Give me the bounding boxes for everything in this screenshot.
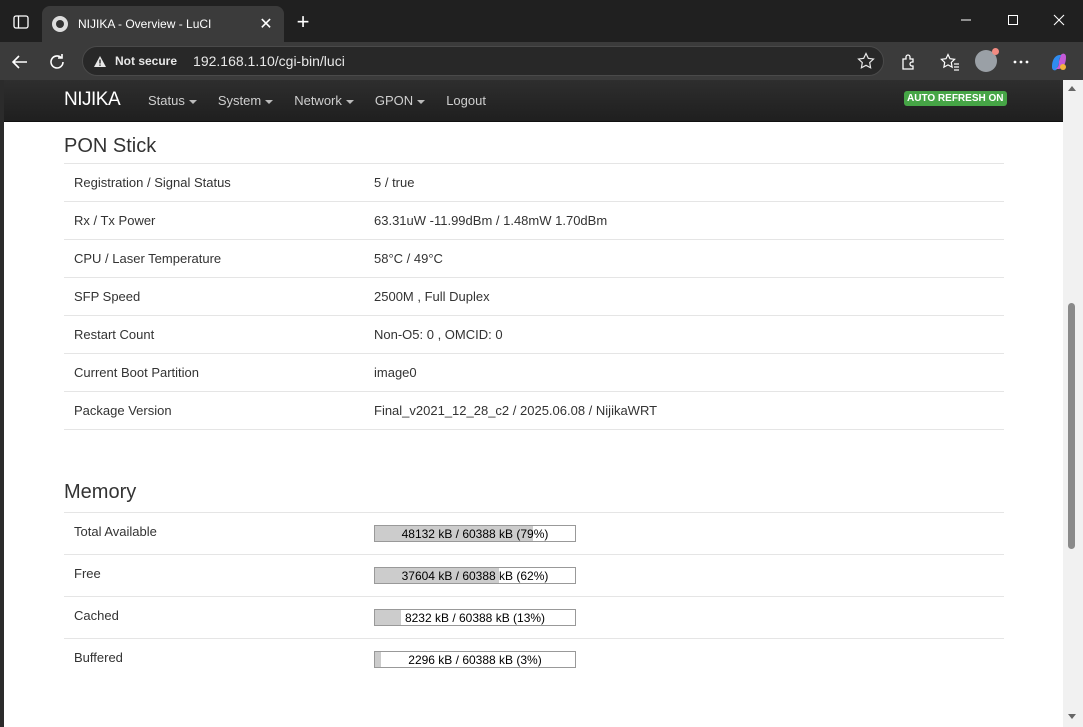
browser-tab-bar: NIJIKA - Overview - LuCI ✕ + [0, 0, 1083, 42]
memory-section-title: Memory [64, 467, 1004, 513]
auto-refresh-badge[interactable]: AUTO REFRESH ON [904, 91, 1007, 106]
row-label: Cached [74, 608, 119, 623]
progress-text: 2296 kB / 60388 kB (3%) [408, 653, 542, 667]
row-label: Total Available [74, 524, 157, 539]
browser-toolbar: Not secure 192.168.1.10/cgi-bin/luci [0, 42, 1083, 80]
progress-text: 48132 kB / 60388 kB (79%) [401, 527, 549, 541]
row-label: SFP Speed [74, 289, 141, 304]
page-scrollbar[interactable] [1063, 80, 1083, 727]
caret-down-icon [345, 99, 354, 104]
window-close-icon[interactable] [1036, 0, 1082, 40]
warning-triangle-icon[interactable] [91, 52, 109, 70]
row-label: Free [74, 566, 101, 581]
browser-tab-active[interactable]: NIJIKA - Overview - LuCI ✕ [42, 6, 284, 42]
menu-item-gpon[interactable]: GPON [374, 93, 426, 108]
table-row: Buffered 2296 kB / 60388 kB (3%) [64, 639, 1004, 681]
table-row: Package Version Final_v2021_12_28_c2 / 20… [64, 392, 1004, 430]
row-value: 5 / true [374, 175, 415, 190]
pon-table: Registration / Signal Status 5 / true Rx /… [64, 164, 1004, 430]
row-label: Current Boot Partition [74, 365, 200, 380]
new-tab-icon[interactable]: + [291, 11, 315, 35]
menu-item-network[interactable]: Network [294, 93, 354, 108]
row-value: 2500M , Full Duplex [374, 289, 490, 304]
row-label: Restart Count [74, 327, 155, 342]
tab-title: NIJIKA - Overview - LuCI [78, 17, 212, 31]
profile-avatar[interactable] [975, 48, 999, 72]
row-label: CPU / Laser Temperature [74, 251, 222, 266]
address-bar[interactable]: Not secure 192.168.1.10/cgi-bin/luci [82, 46, 884, 76]
scroll-up-icon[interactable] [1068, 86, 1076, 91]
table-row: Free 37604 kB / 60388 kB (62%) [64, 555, 1004, 597]
brand-logo[interactable]: NIJIKA [64, 89, 121, 111]
row-value: Final_v2021_12_28_c2 / 2025.06.08 / Niji… [374, 403, 658, 418]
window-minimize-icon[interactable] [943, 0, 989, 40]
luci-navbar: NIJIKA Status System Network GPON Logout… [4, 80, 1063, 122]
menu-item-logout[interactable]: Logout [446, 93, 486, 108]
scrollbar-thumb[interactable] [1068, 303, 1075, 549]
table-row: Current Boot Partition image0 [64, 354, 1004, 392]
more-menu-icon[interactable] [1010, 51, 1032, 73]
favorites-icon[interactable] [939, 51, 961, 73]
scroll-down-icon[interactable] [1068, 714, 1076, 719]
caret-down-icon [265, 99, 274, 104]
tab-actions-icon[interactable] [8, 11, 34, 33]
table-row: Cached 8232 kB / 60388 kB (13%) [64, 597, 1004, 639]
progress-text: 37604 kB / 60388 kB (62%) [401, 569, 549, 583]
row-label: Registration / Signal Status [74, 175, 231, 190]
row-label: Package Version [74, 403, 172, 418]
table-row: SFP Speed 2500M , Full Duplex [64, 278, 1004, 316]
row-value: Non-O5: 0 , OMCID: 0 [374, 327, 503, 342]
row-value: 58°C / 49°C [374, 251, 443, 266]
site-favicon-icon [52, 16, 68, 32]
main-menu: Status System Network GPON Logout [148, 93, 507, 108]
security-status-label[interactable]: Not secure [115, 54, 177, 68]
bookmark-star-icon[interactable] [857, 52, 875, 75]
menu-item-label: Status [148, 93, 185, 108]
table-row: Total Available 48132 kB / 60388 kB (79%) [64, 513, 1004, 555]
progress-text: 8232 kB / 60388 kB (13%) [404, 611, 546, 625]
menu-item-label: GPON [374, 93, 414, 108]
caret-down-icon [188, 99, 197, 104]
window-left-edge [0, 80, 4, 727]
memory-table: Total Available 48132 kB / 60388 kB (79%)… [64, 513, 1004, 681]
menu-item-status[interactable]: Status [148, 93, 197, 108]
window-maximize-icon[interactable] [990, 0, 1036, 40]
reload-icon[interactable] [43, 48, 71, 76]
menu-item-system[interactable]: System [217, 93, 274, 108]
row-value: image0 [374, 365, 417, 380]
caret-down-icon [417, 99, 426, 104]
menu-item-label: System [217, 93, 262, 108]
table-row: Restart Count Non-O5: 0 , OMCID: 0 [64, 316, 1004, 354]
row-value: 63.31uW -11.99dBm / 1.48mW 1.70dBm [374, 213, 608, 228]
tab-close-icon[interactable]: ✕ [258, 14, 274, 34]
pon-section-title: PON Stick [64, 122, 1004, 164]
memory-progress-bar: 48132 kB / 60388 kB (79%) [374, 525, 576, 542]
table-row: Registration / Signal Status 5 / true [64, 164, 1004, 202]
row-label: Buffered [74, 650, 123, 665]
copilot-icon[interactable] [1048, 51, 1070, 73]
page-viewport: NIJIKA Status System Network GPON Logout… [0, 80, 1083, 727]
memory-progress-bar: 2296 kB / 60388 kB (3%) [374, 651, 576, 668]
extensions-puzzle-icon[interactable] [898, 51, 920, 73]
table-row: Rx / Tx Power 63.31uW -11.99dBm / 1.48mW … [64, 202, 1004, 240]
back-arrow-icon[interactable] [6, 48, 34, 76]
main-content: PON Stick Registration / Signal Status 5 … [64, 122, 1004, 681]
memory-progress-bar: 8232 kB / 60388 kB (13%) [374, 609, 576, 626]
url-text[interactable]: 192.168.1.10/cgi-bin/luci [193, 53, 345, 69]
table-row: CPU / Laser Temperature 58°C / 49°C [64, 240, 1004, 278]
row-label: Rx / Tx Power [74, 213, 156, 228]
memory-progress-bar: 37604 kB / 60388 kB (62%) [374, 567, 576, 584]
menu-item-label: Network [294, 93, 342, 108]
